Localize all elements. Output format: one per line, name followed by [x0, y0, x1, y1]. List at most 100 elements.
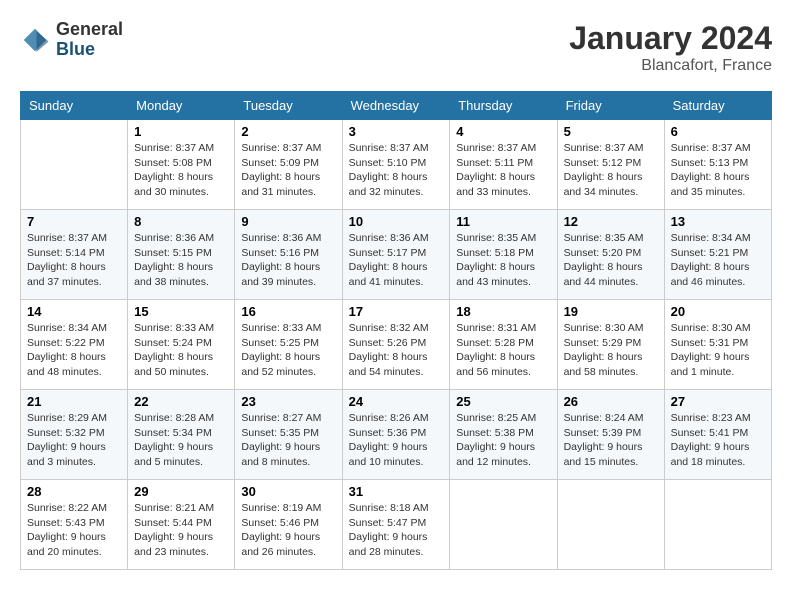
day-number: 8 — [134, 214, 228, 229]
calendar-header-row: SundayMondayTuesdayWednesdayThursdayFrid… — [21, 92, 772, 120]
day-number: 15 — [134, 304, 228, 319]
calendar-header-friday: Friday — [557, 92, 664, 120]
day-info: Sunrise: 8:37 AMSunset: 5:14 PMDaylight:… — [27, 231, 121, 290]
day-info: Sunrise: 8:37 AMSunset: 5:09 PMDaylight:… — [241, 141, 335, 200]
calendar-cell — [664, 480, 771, 570]
calendar-week-3: 14 Sunrise: 8:34 AMSunset: 5:22 PMDayligh… — [21, 300, 772, 390]
header: General Blue January 2024 Blancafort, Fr… — [20, 20, 772, 75]
calendar-cell — [21, 120, 128, 210]
day-number: 21 — [27, 394, 121, 409]
calendar-cell: 20Sunrise: 8:30 AMSunset: 5:31 PMDayligh… — [664, 300, 771, 390]
calendar-cell: 7 Sunrise: 8:37 AMSunset: 5:14 PMDaylight… — [21, 210, 128, 300]
day-info: Sunrise: 8:29 AMSunset: 5:32 PMDaylight:… — [27, 411, 121, 470]
calendar-cell: 21 Sunrise: 8:29 AMSunset: 5:32 PMDayligh… — [21, 390, 128, 480]
day-number: 1 — [134, 124, 228, 139]
calendar-cell: 1Sunrise: 8:37 AMSunset: 5:08 PMDaylight… — [128, 120, 235, 210]
day-number: 23 — [241, 394, 335, 409]
day-info: Sunrise: 8:33 AMSunset: 5:25 PMDaylight:… — [241, 321, 335, 380]
calendar-cell: 4Sunrise: 8:37 AMSunset: 5:11 PMDaylight… — [450, 120, 557, 210]
calendar-cell: 13 Sunrise: 8:34 AMSunset: 5:21 PMDayligh… — [664, 210, 771, 300]
logo-icon — [20, 25, 50, 55]
calendar-cell: 17 Sunrise: 8:32 AMSunset: 5:26 PMDayligh… — [342, 300, 450, 390]
day-number: 4 — [456, 124, 550, 139]
day-number: 27 — [671, 394, 765, 409]
day-number: 30 — [241, 484, 335, 499]
calendar-cell: 16 Sunrise: 8:33 AMSunset: 5:25 PMDayligh… — [235, 300, 342, 390]
day-number: 19 — [564, 304, 658, 319]
day-info: Sunrise: 8:35 AMSunset: 5:18 PMDaylight:… — [456, 231, 550, 290]
title-area: January 2024 Blancafort, France — [569, 20, 772, 75]
calendar-table: SundayMondayTuesdayWednesdayThursdayFrid… — [20, 91, 772, 570]
calendar-header-saturday: Saturday — [664, 92, 771, 120]
calendar-cell: 10 Sunrise: 8:36 AMSunset: 5:17 PMDayligh… — [342, 210, 450, 300]
day-info: Sunrise: 8:33 AMSunset: 5:24 PMDaylight:… — [134, 321, 228, 380]
day-number: 12 — [564, 214, 658, 229]
day-info: Sunrise: 8:24 AMSunset: 5:39 PMDaylight:… — [564, 411, 658, 470]
day-number: 6 — [671, 124, 765, 139]
calendar-week-4: 21 Sunrise: 8:29 AMSunset: 5:32 PMDayligh… — [21, 390, 772, 480]
day-number: 24 — [349, 394, 444, 409]
day-number: 25 — [456, 394, 550, 409]
day-info: Sunrise: 8:28 AMSunset: 5:34 PMDaylight:… — [134, 411, 228, 470]
calendar-cell: 19 Sunrise: 8:30 AMSunset: 5:29 PMDayligh… — [557, 300, 664, 390]
day-number: 31 — [349, 484, 444, 499]
day-info: Sunrise: 8:30 AMSunset: 5:31 PMDaylight:… — [671, 321, 765, 380]
day-number: 9 — [241, 214, 335, 229]
day-info: Sunrise: 8:19 AMSunset: 5:46 PMDaylight:… — [241, 501, 335, 560]
day-info: Sunrise: 8:37 AMSunset: 5:10 PMDaylight:… — [349, 141, 444, 200]
day-number: 17 — [349, 304, 444, 319]
day-info: Sunrise: 8:34 AMSunset: 5:22 PMDaylight:… — [27, 321, 121, 380]
calendar-cell: 24 Sunrise: 8:26 AMSunset: 5:36 PMDayligh… — [342, 390, 450, 480]
calendar-cell: 23 Sunrise: 8:27 AMSunset: 5:35 PMDayligh… — [235, 390, 342, 480]
day-info: Sunrise: 8:23 AMSunset: 5:41 PMDaylight:… — [671, 411, 765, 470]
calendar-week-5: 28Sunrise: 8:22 AMSunset: 5:43 PMDayligh… — [21, 480, 772, 570]
day-info: Sunrise: 8:34 AMSunset: 5:21 PMDaylight:… — [671, 231, 765, 290]
day-number: 29 — [134, 484, 228, 499]
calendar-cell: 25 Sunrise: 8:25 AMSunset: 5:38 PMDayligh… — [450, 390, 557, 480]
logo-blue-label: Blue — [56, 40, 123, 60]
calendar-cell: 29 Sunrise: 8:21 AMSunset: 5:44 PMDayligh… — [128, 480, 235, 570]
day-info: Sunrise: 8:32 AMSunset: 5:26 PMDaylight:… — [349, 321, 444, 380]
day-number: 11 — [456, 214, 550, 229]
day-number: 14 — [27, 304, 121, 319]
day-number: 10 — [349, 214, 444, 229]
calendar-header-tuesday: Tuesday — [235, 92, 342, 120]
calendar-header-wednesday: Wednesday — [342, 92, 450, 120]
month-title: January 2024 — [569, 20, 772, 57]
calendar-header-thursday: Thursday — [450, 92, 557, 120]
day-info: Sunrise: 8:36 AMSunset: 5:17 PMDaylight:… — [349, 231, 444, 290]
calendar-cell: 15 Sunrise: 8:33 AMSunset: 5:24 PMDayligh… — [128, 300, 235, 390]
day-info: Sunrise: 8:25 AMSunset: 5:38 PMDaylight:… — [456, 411, 550, 470]
calendar-cell: 30 Sunrise: 8:19 AMSunset: 5:46 PMDayligh… — [235, 480, 342, 570]
calendar-cell: 27 Sunrise: 8:23 AMSunset: 5:41 PMDayligh… — [664, 390, 771, 480]
calendar-cell: 11 Sunrise: 8:35 AMSunset: 5:18 PMDayligh… — [450, 210, 557, 300]
day-info: Sunrise: 8:22 AMSunset: 5:43 PMDaylight:… — [27, 501, 121, 560]
calendar-week-1: 1Sunrise: 8:37 AMSunset: 5:08 PMDaylight… — [21, 120, 772, 210]
calendar-header-monday: Monday — [128, 92, 235, 120]
calendar-cell: 22 Sunrise: 8:28 AMSunset: 5:34 PMDayligh… — [128, 390, 235, 480]
day-number: 7 — [27, 214, 121, 229]
logo: General Blue — [20, 20, 123, 60]
calendar-cell: 9Sunrise: 8:36 AMSunset: 5:16 PMDaylight… — [235, 210, 342, 300]
day-number: 13 — [671, 214, 765, 229]
day-number: 22 — [134, 394, 228, 409]
location-label: Blancafort, France — [569, 57, 772, 75]
day-info: Sunrise: 8:26 AMSunset: 5:36 PMDaylight:… — [349, 411, 444, 470]
day-info: Sunrise: 8:37 AMSunset: 5:12 PMDaylight:… — [564, 141, 658, 200]
day-info: Sunrise: 8:27 AMSunset: 5:35 PMDaylight:… — [241, 411, 335, 470]
calendar-cell: 12Sunrise: 8:35 AMSunset: 5:20 PMDayligh… — [557, 210, 664, 300]
day-number: 5 — [564, 124, 658, 139]
day-info: Sunrise: 8:21 AMSunset: 5:44 PMDaylight:… — [134, 501, 228, 560]
calendar-cell — [557, 480, 664, 570]
calendar-cell: 18Sunrise: 8:31 AMSunset: 5:28 PMDayligh… — [450, 300, 557, 390]
calendar-cell: 26Sunrise: 8:24 AMSunset: 5:39 PMDayligh… — [557, 390, 664, 480]
day-info: Sunrise: 8:31 AMSunset: 5:28 PMDaylight:… — [456, 321, 550, 380]
day-info: Sunrise: 8:37 AMSunset: 5:13 PMDaylight:… — [671, 141, 765, 200]
calendar-cell: 2Sunrise: 8:37 AMSunset: 5:09 PMDaylight… — [235, 120, 342, 210]
day-number: 16 — [241, 304, 335, 319]
day-info: Sunrise: 8:18 AMSunset: 5:47 PMDaylight:… — [349, 501, 444, 560]
calendar-cell: 31 Sunrise: 8:18 AMSunset: 5:47 PMDayligh… — [342, 480, 450, 570]
day-info: Sunrise: 8:30 AMSunset: 5:29 PMDaylight:… — [564, 321, 658, 380]
calendar-cell: 14 Sunrise: 8:34 AMSunset: 5:22 PMDayligh… — [21, 300, 128, 390]
calendar-cell — [450, 480, 557, 570]
